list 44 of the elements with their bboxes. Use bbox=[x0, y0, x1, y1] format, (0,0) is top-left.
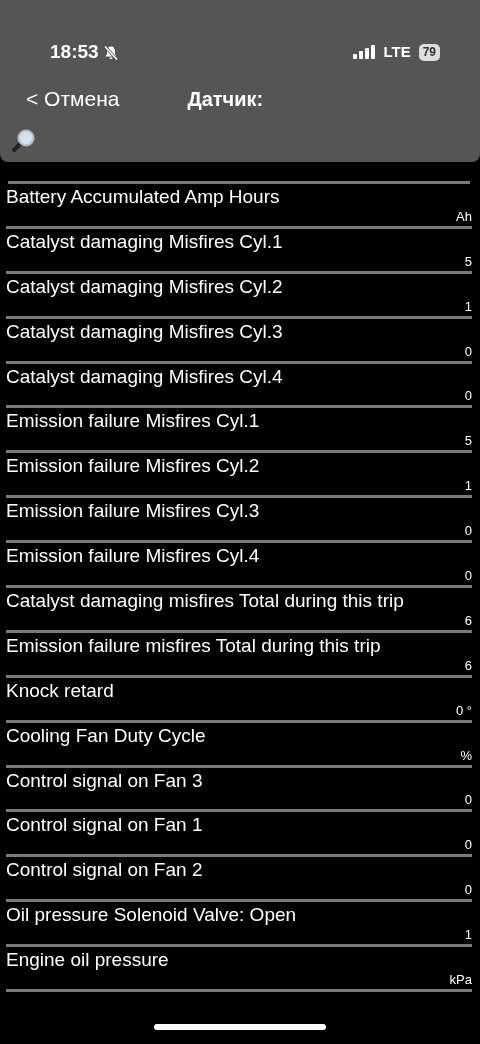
sensor-value: 0 bbox=[464, 343, 472, 359]
sensor-name[interactable]: Catalyst damaging Misfires Cyl.4 bbox=[6, 365, 472, 388]
network-label: LTE bbox=[383, 41, 411, 62]
sensor-value: 5 bbox=[464, 433, 472, 449]
sensor-name[interactable]: Cooling Fan Duty Cycle bbox=[6, 724, 472, 747]
sensor-name[interactable]: Catalyst damaging Misfires Cyl.2 bbox=[6, 275, 472, 298]
battery-level: 79 bbox=[418, 43, 440, 61]
sensor-value: 0 bbox=[464, 568, 472, 583]
screen-title: Датчик: bbox=[187, 87, 264, 112]
signal-icon bbox=[353, 45, 376, 59]
sensor-name[interactable]: Catalyst damaging Misfires Cyl.1 bbox=[6, 230, 472, 253]
sensor-name[interactable]: Battery Accumulated Amp Hours bbox=[6, 186, 472, 208]
sensor-value: 1 bbox=[464, 927, 472, 943]
sensor-name[interactable]: Control signal on Fan 1 bbox=[6, 814, 472, 837]
search-field[interactable] bbox=[0, 120, 480, 162]
sensor-name[interactable]: Emission failure Misfires Cyl.1 bbox=[6, 410, 472, 433]
sensor-name[interactable]: Catalyst damaging misfires Total during this trip bbox=[6, 590, 472, 612]
sensor-value: 0 bbox=[464, 882, 472, 898]
sensor-value: 0 bbox=[464, 792, 472, 808]
sensor-name[interactable]: Emission failure Misfires Cyl.3 bbox=[6, 500, 472, 523]
sensor-name[interactable]: Control signal on Fan 3 bbox=[6, 769, 472, 792]
sensor-value: 0 ° bbox=[455, 702, 472, 718]
sensor-value: kPa bbox=[449, 972, 472, 988]
sensor-name[interactable]: Knock retard bbox=[6, 679, 472, 702]
sensor-name[interactable]: Oil pressure Solenoid Valve: Open bbox=[6, 904, 472, 927]
sensor-value: % bbox=[460, 747, 472, 763]
cancel-link[interactable]: < Отмена bbox=[26, 83, 120, 115]
sensor-value: 6 bbox=[464, 657, 472, 673]
search-icon bbox=[10, 128, 36, 154]
sensor-value: 0 bbox=[464, 388, 472, 404]
sensor-name[interactable]: Emission failure Misfires Cyl.4 bbox=[6, 545, 472, 568]
sensor-value: 5 bbox=[464, 253, 472, 269]
sensor-value: 0 bbox=[464, 523, 472, 539]
sensor-name[interactable]: Emission failure misfires Total during this trip bbox=[6, 634, 472, 657]
sensor-name[interactable]: Emission failure Misfires Cyl.2 bbox=[6, 455, 472, 478]
sensor-value: 1 bbox=[464, 298, 472, 314]
sensor-value: 6 bbox=[464, 612, 472, 628]
sensor-name[interactable]: Engine oil pressure bbox=[6, 949, 472, 972]
sensor-value: 0 bbox=[464, 837, 472, 853]
sensor-name[interactable]: Catalyst damaging Misfires Cyl.3 bbox=[6, 320, 472, 343]
status-time: 18:53 bbox=[50, 39, 99, 64]
sensor-value: Ah bbox=[456, 208, 472, 224]
sensor-value: 1 bbox=[464, 478, 472, 494]
sensor-name[interactable]: Control signal on Fan 2 bbox=[6, 859, 472, 882]
